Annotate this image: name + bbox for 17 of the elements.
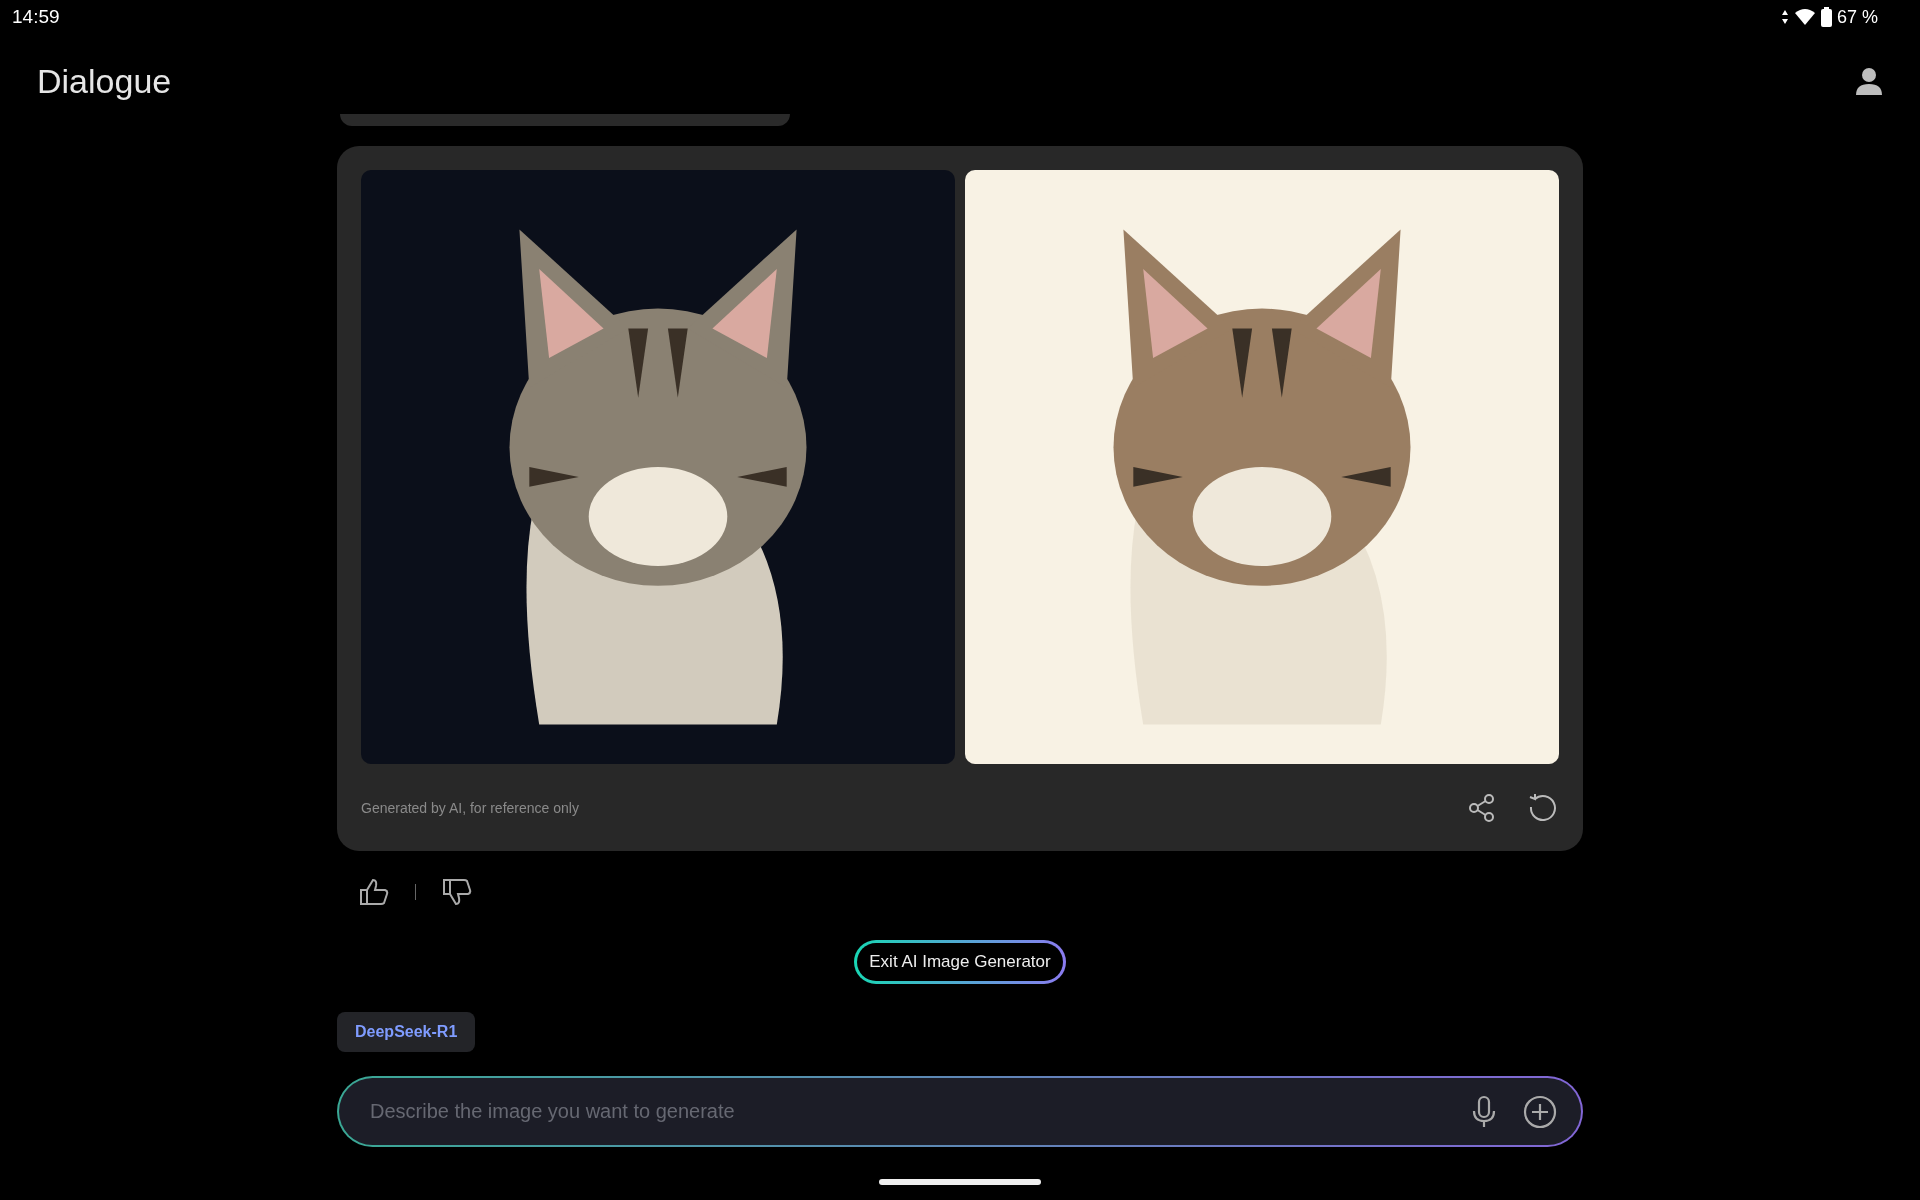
page-title: Dialogue — [37, 61, 172, 101]
battery-icon — [1820, 7, 1832, 27]
microphone-icon[interactable] — [1471, 1094, 1497, 1129]
prompt-bar[interactable]: Describe the image you want to generate — [337, 1076, 1583, 1147]
profile-icon[interactable] — [1854, 66, 1884, 96]
add-icon[interactable] — [1523, 1094, 1557, 1129]
data-arrows-icon — [1780, 9, 1789, 25]
ai-disclaimer: Generated by AI, for reference only — [361, 799, 579, 816]
refresh-icon[interactable] — [1527, 792, 1557, 823]
model-chip[interactable]: DeepSeek-R1 — [337, 1012, 476, 1052]
battery-percent: 67 % — [1836, 6, 1878, 28]
share-icon[interactable] — [1467, 792, 1497, 823]
status-time: 14:59 — [12, 6, 60, 28]
wifi-icon — [1793, 8, 1816, 26]
thumbs-up-icon[interactable] — [359, 878, 389, 906]
prompt-input-field[interactable]: Describe the image you want to generate — [368, 1099, 1445, 1124]
thumbs-down-icon[interactable] — [442, 878, 472, 906]
